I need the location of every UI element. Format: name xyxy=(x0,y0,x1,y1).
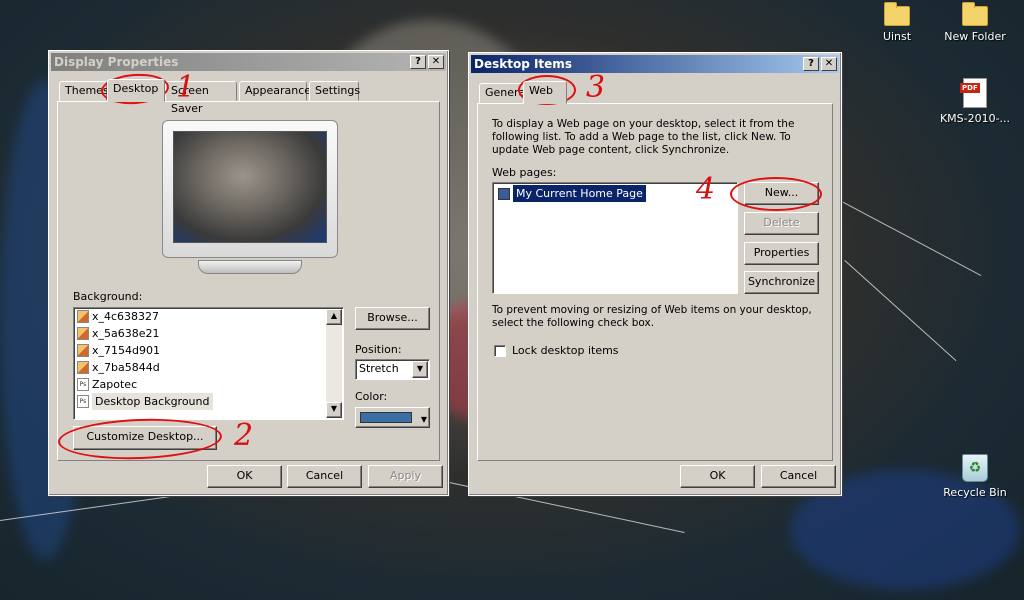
desktop-icon-label: New Folder xyxy=(944,30,1006,43)
scroll-down-button[interactable]: ▼ xyxy=(326,402,342,418)
tab-web[interactable]: Web xyxy=(523,81,567,104)
help-button[interactable]: ? xyxy=(410,55,426,69)
apply-button[interactable]: Apply xyxy=(368,465,443,488)
desktop-icon-label: Recycle Bin xyxy=(943,486,1007,499)
list-item[interactable]: x_7ba5844d xyxy=(74,359,343,376)
chevron-down-icon[interactable]: ▼ xyxy=(412,361,428,378)
help-button[interactable]: ? xyxy=(803,57,819,71)
desktop-icon-recycle-bin[interactable]: ♻ Recycle Bin xyxy=(934,454,1016,499)
monitor-stand xyxy=(198,260,302,274)
list-item-label: x_7154d901 xyxy=(92,344,160,357)
tab-panel: To display a Web page on your desktop, s… xyxy=(477,103,833,461)
annotation-step-number: 4 xyxy=(696,172,716,207)
list-item-label: Zapotec xyxy=(92,378,138,391)
scrollbar[interactable]: ▲ ▼ xyxy=(326,309,342,418)
color-picker-button[interactable]: ▼ xyxy=(355,407,430,428)
synchronize-button[interactable]: Synchronize xyxy=(744,271,819,294)
image-file-icon xyxy=(77,361,89,374)
desktop-icon-new-folder[interactable]: New Folder xyxy=(934,2,1016,43)
desktop-icon-label: Uinst xyxy=(882,30,912,43)
list-item-selected[interactable]: Ps Desktop Background xyxy=(74,393,343,410)
web-description: To display a Web page on your desktop, s… xyxy=(492,118,795,156)
window-title: Desktop Items xyxy=(474,57,572,71)
window-title: Display Properties xyxy=(54,55,179,69)
pdf-icon: PDF xyxy=(960,78,987,108)
tab-panel: Background: x_4c638327 x_5a638e21 x_7154… xyxy=(57,101,440,461)
tab-settings[interactable]: Settings xyxy=(309,81,360,101)
lock-checkbox-label[interactable]: Lock desktop items xyxy=(512,344,619,357)
list-item[interactable]: x_4c638327 xyxy=(74,308,343,325)
desktop-icon-kms-pdf[interactable]: PDF KMS-2010-... xyxy=(934,78,1016,125)
wallpaper-whisker xyxy=(844,260,957,362)
list-item[interactable]: x_5a638e21 xyxy=(74,325,343,342)
browse-button[interactable]: Browse... xyxy=(355,307,430,330)
cancel-button[interactable]: Cancel xyxy=(761,465,836,488)
folder-icon xyxy=(884,2,910,26)
cancel-button[interactable]: Cancel xyxy=(287,465,362,488)
image-file-icon xyxy=(77,310,89,323)
ok-button[interactable]: OK xyxy=(207,465,282,488)
annotation-ellipse xyxy=(730,177,822,211)
list-item-label: My Current Home Page xyxy=(513,185,646,202)
position-label: Position: xyxy=(355,343,402,356)
list-item-label: x_4c638327 xyxy=(92,310,160,323)
wallpaper-whisker xyxy=(839,200,982,276)
background-label: Background: xyxy=(73,290,143,303)
desktop-items-window: Desktop Items ? ✕ General Web To display… xyxy=(468,52,842,496)
title-bar: Desktop Items ? ✕ xyxy=(471,55,839,73)
tab-appearance[interactable]: Appearance xyxy=(239,81,311,101)
background-list[interactable]: x_4c638327 x_5a638e21 x_7154d901 x_7ba58… xyxy=(73,307,344,420)
annotation-step-number: 3 xyxy=(586,70,606,105)
list-item-label: x_7ba5844d xyxy=(92,361,160,374)
lock-description: To prevent moving or resizing of Web ite… xyxy=(492,304,812,329)
color-label: Color: xyxy=(355,390,388,403)
wallpaper-preview-image xyxy=(173,131,327,243)
folder-icon xyxy=(962,2,988,26)
image-file-icon xyxy=(77,327,89,340)
list-item[interactable]: x_7154d901 xyxy=(74,342,343,359)
checkbox-icon[interactable] xyxy=(498,187,510,200)
tab-themes[interactable]: Themes xyxy=(59,81,109,101)
list-item-label: x_5a638e21 xyxy=(92,327,160,340)
monitor-preview xyxy=(162,120,338,258)
recycle-bin-icon: ♻ xyxy=(962,454,988,482)
position-select[interactable]: Stretch ▼ xyxy=(355,359,430,380)
list-item-label: Desktop Background xyxy=(92,393,213,410)
title-bar: Display Properties ? ✕ xyxy=(51,53,446,71)
web-pages-label: Web pages: xyxy=(492,166,557,179)
position-value: Stretch xyxy=(359,362,399,375)
desktop: { "desktop": { "icons": [ {"label": "Uin… xyxy=(0,0,1024,600)
desktop-icon-label: KMS-2010-... xyxy=(939,112,1011,125)
tab-desktop[interactable]: Desktop xyxy=(107,79,165,102)
desktop-icon-uinst[interactable]: Uinst xyxy=(856,2,938,43)
list-item[interactable]: Ps Zapotec xyxy=(74,376,343,393)
delete-button[interactable]: Delete xyxy=(744,212,819,235)
scroll-up-button[interactable]: ▲ xyxy=(326,309,342,325)
properties-button[interactable]: Properties xyxy=(744,242,819,265)
annotation-step-number: 1 xyxy=(176,70,196,105)
color-swatch xyxy=(360,412,412,423)
lock-checkbox[interactable] xyxy=(494,345,506,357)
ps-file-icon: Ps xyxy=(77,378,89,391)
image-file-icon xyxy=(77,344,89,357)
chevron-down-icon: ▼ xyxy=(420,415,427,424)
ok-button[interactable]: OK xyxy=(680,465,755,488)
pdf-badge: PDF xyxy=(960,83,980,93)
ps-file-icon: Ps xyxy=(77,395,89,408)
close-button[interactable]: ✕ xyxy=(428,55,444,69)
close-button[interactable]: ✕ xyxy=(821,57,837,71)
annotation-step-number: 2 xyxy=(234,418,254,453)
